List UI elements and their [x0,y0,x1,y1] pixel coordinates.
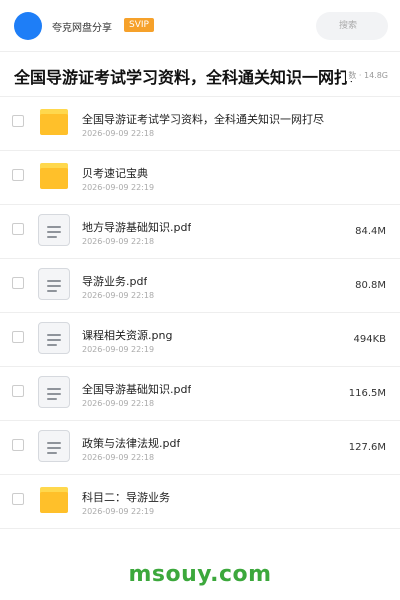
file-date: 2026-09-09 22:18 [82,399,155,408]
document-icon [38,214,70,246]
file-size: 80.8M [355,280,386,291]
file-checkbox[interactable] [12,115,24,127]
file-size: 84.4M [355,226,386,237]
document-icon [38,430,70,462]
svip-badge: SVIP [124,18,154,32]
file-name: 地方导游基础知识.pdf [82,221,192,234]
file-date: 2026-09-09 22:19 [82,183,155,192]
file-checkbox[interactable] [12,493,24,505]
page-title: 全国导游证考试学习资料，全科通关知识一网打尽 [14,68,352,87]
file-row[interactable]: 科目二：导游业务 2026-09-09 22:19 [0,475,400,529]
watermark: msouy.com [128,562,272,587]
file-row[interactable]: 全国导游基础知识.pdf 2026-09-09 22:18 116.5M [0,367,400,421]
file-size: 116.5M [348,388,386,399]
file-checkbox[interactable] [12,439,24,451]
file-name: 科目二：导游业务 [82,491,170,504]
share-meta: 数 · 14.8G [346,70,388,81]
file-size: 494KB [353,334,386,345]
file-row[interactable]: 全国导游证考试学习资料，全科通关知识一网打尽 2026-09-09 22:18 [0,97,400,151]
file-row[interactable]: 导游业务.pdf 2026-09-09 22:18 80.8M [0,259,400,313]
file-name: 导游业务.pdf [82,275,148,288]
file-name: 课程相关资源.png [82,329,173,342]
folder-icon [40,163,68,189]
document-icon [38,322,70,354]
file-checkbox[interactable] [12,277,24,289]
file-date: 2026-09-09 22:19 [82,507,155,516]
file-date: 2026-09-09 22:19 [82,345,155,354]
folder-icon [40,487,68,513]
file-date: 2026-09-09 22:18 [82,129,155,138]
file-date: 2026-09-09 22:18 [82,453,155,462]
file-date: 2026-09-09 22:18 [82,237,155,246]
document-icon [38,268,70,300]
share-title-bar: 全国导游证考试学习资料，全科通关知识一网打尽 数 · 14.8G [0,52,400,97]
file-row[interactable]: 政策与法律法规.pdf 2026-09-09 22:18 127.6M [0,421,400,475]
file-name: 全国导游证考试学习资料，全科通关知识一网打尽 [82,113,324,126]
file-date: 2026-09-09 22:18 [82,291,155,300]
search-input[interactable]: 搜索 [316,12,388,40]
file-checkbox[interactable] [12,331,24,343]
document-icon [38,376,70,408]
file-row[interactable]: 地方导游基础知识.pdf 2026-09-09 22:18 84.4M [0,205,400,259]
file-checkbox[interactable] [12,223,24,235]
footer: msouy.com [0,548,400,600]
file-name: 全国导游基础知识.pdf [82,383,192,396]
file-checkbox[interactable] [12,169,24,181]
file-name: 贝考速记宝典 [82,167,148,180]
file-size: 127.6M [348,442,386,453]
app-header: 夸克网盘分享 SVIP 搜索 [0,0,400,52]
avatar[interactable] [14,12,42,40]
file-list: 全国导游证考试学习资料，全科通关知识一网打尽 2026-09-09 22:18 贝考… [0,97,400,529]
file-row[interactable]: 课程相关资源.png 2026-09-09 22:19 494KB [0,313,400,367]
folder-icon [40,109,68,135]
share-owner-name: 夸克网盘分享 [52,23,112,34]
file-name: 政策与法律法规.pdf [82,437,181,450]
file-checkbox[interactable] [12,385,24,397]
file-row[interactable]: 贝考速记宝典 2026-09-09 22:19 [0,151,400,205]
